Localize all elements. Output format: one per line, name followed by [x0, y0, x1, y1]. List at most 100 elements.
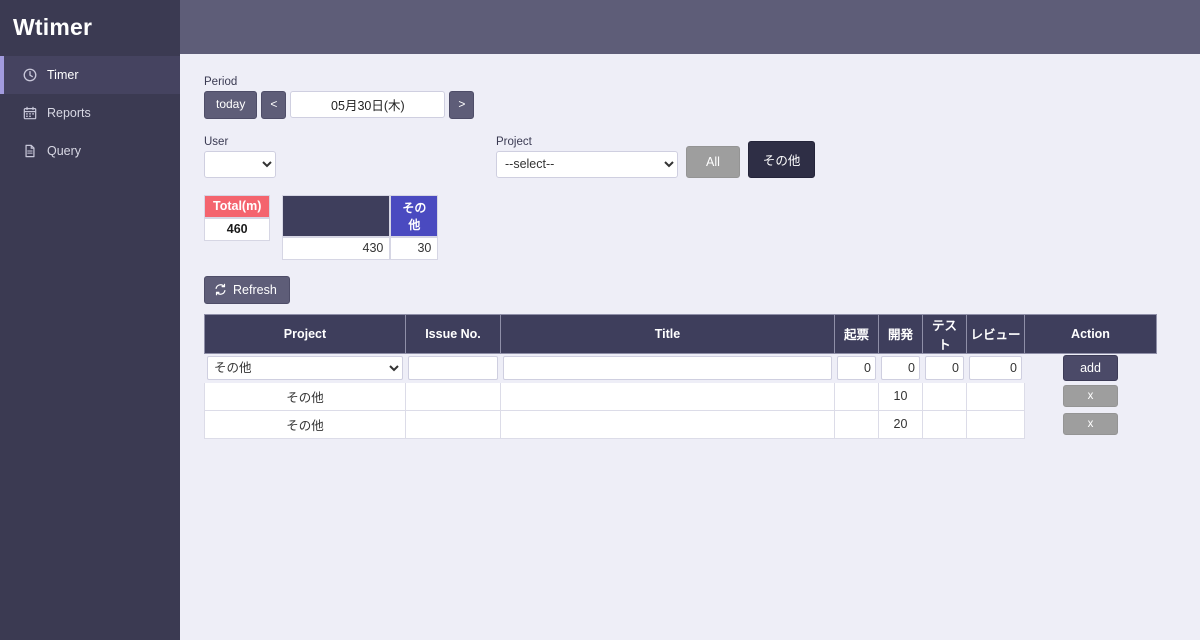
breakdown-table: その他 430 30: [282, 194, 439, 260]
date-input[interactable]: [290, 91, 446, 119]
refresh-section: Refresh: [204, 275, 1200, 304]
input-cell-project: その他: [204, 352, 406, 383]
new-entry-title-input[interactable]: [503, 355, 832, 380]
new-entry-test-input[interactable]: [925, 355, 964, 380]
breakdown-header-row: その他: [282, 194, 439, 237]
table-row: その他 20 x: [204, 409, 1157, 439]
calendar-icon: [22, 105, 38, 121]
cell-kaihatsu: 10: [878, 381, 923, 411]
period-section: Period today < >: [204, 76, 1200, 119]
total-value-row: 460: [204, 217, 271, 241]
cell-action: x: [1024, 409, 1157, 439]
refresh-button[interactable]: Refresh: [204, 275, 290, 304]
entries-table-head: Project Issue No. Title 起票 開発 テスト レビュー A…: [204, 313, 1157, 354]
cell-title: [500, 381, 835, 411]
new-entry-kaihatsu-input[interactable]: [881, 355, 920, 380]
input-cell-title: [500, 352, 835, 383]
next-period-button[interactable]: >: [449, 91, 475, 119]
new-entry-review-input[interactable]: [969, 355, 1022, 380]
total-table: Total(m) 460: [204, 194, 271, 241]
project-label: Project: [496, 135, 532, 148]
new-entry-kihyo-input[interactable]: [837, 355, 876, 380]
totals-section: Total(m) 460 その他 430 30: [204, 194, 1200, 260]
column-header-kaihatsu: 開発: [878, 313, 923, 354]
breakdown-blank-header: [282, 194, 391, 237]
sidebar-nav: Timer Reports Query: [0, 56, 180, 170]
column-header-action: Action: [1024, 313, 1157, 354]
delete-entry-button[interactable]: x: [1062, 413, 1119, 436]
cell-title: [500, 409, 835, 439]
total-header: Total(m): [204, 194, 271, 218]
cell-test: [922, 409, 967, 439]
cell-issue-no: [405, 409, 501, 439]
cell-kihyo: [834, 409, 879, 439]
total-header-row: Total(m): [204, 194, 271, 218]
today-button[interactable]: today: [204, 91, 258, 119]
breakdown-other-value: 30: [390, 236, 439, 260]
prev-period-button[interactable]: <: [261, 91, 287, 119]
input-cell-issue-no: [405, 352, 501, 383]
column-header-project: Project: [204, 313, 406, 354]
table-row: その他 10 x: [204, 381, 1157, 411]
filter-section: User Project --select-- All その他: [204, 132, 1200, 178]
cell-kaihatsu: 20: [878, 409, 923, 439]
input-cell-kihyo: [834, 352, 879, 383]
breakdown-other-header: その他: [390, 194, 439, 237]
input-cell-kaihatsu: [878, 352, 923, 383]
cell-review: [966, 409, 1025, 439]
entries-table-wrap: Project Issue No. Title 起票 開発 テスト レビュー A…: [204, 313, 1157, 439]
cell-issue-no: [405, 381, 501, 411]
cell-action: x: [1024, 381, 1157, 411]
entries-header-row: Project Issue No. Title 起票 開発 テスト レビュー A…: [204, 313, 1157, 354]
sidebar-item-label-timer: Timer: [47, 67, 79, 82]
column-header-title: Title: [500, 313, 835, 354]
sidebar-item-label-reports: Reports: [47, 105, 91, 120]
total-value: 460: [204, 217, 271, 241]
new-entry-issue-input[interactable]: [408, 355, 498, 380]
refresh-icon: [214, 283, 227, 296]
cell-project: その他: [204, 409, 406, 439]
period-label: Period: [204, 76, 238, 88]
breakdown-blank-value: 430: [282, 236, 391, 260]
sidebar: Wtimer Timer Reports Query: [0, 0, 180, 640]
delete-entry-button[interactable]: x: [1062, 385, 1119, 408]
other-button[interactable]: その他: [747, 140, 816, 178]
project-filter-col: Project --select--: [496, 136, 678, 178]
breakdown-value-row: 430 30: [282, 236, 439, 260]
new-entry-project-select[interactable]: その他: [207, 355, 403, 380]
refresh-label: Refresh: [233, 282, 277, 297]
all-button[interactable]: All: [686, 145, 740, 178]
cell-project: その他: [204, 381, 406, 411]
main-area: Period today < > User Pr: [180, 0, 1200, 640]
project-select[interactable]: --select--: [496, 150, 678, 178]
column-header-test: テスト: [922, 313, 967, 354]
sidebar-item-label-query: Query: [47, 143, 82, 158]
entries-table-body: その他 0 0 0 0 add その他 10 x その他 20 x: [204, 352, 1157, 439]
column-header-kihyo: 起票: [834, 313, 879, 354]
app-root: Wtimer Timer Reports Query Period today …: [0, 0, 1200, 640]
column-header-review: レビュー: [966, 313, 1025, 354]
period-controls: today < >: [204, 91, 1200, 119]
entry-input-row: その他 0 0 0 0 add: [204, 352, 1157, 383]
add-entry-button[interactable]: add: [1063, 354, 1118, 381]
clock-icon: [22, 67, 38, 83]
app-brand: Wtimer: [13, 13, 93, 40]
sidebar-item-reports[interactable]: Reports: [0, 94, 180, 132]
content-area: Period today < > User Pr: [180, 54, 1200, 640]
input-cell-action: add: [1024, 352, 1157, 383]
user-filter: User: [204, 136, 496, 178]
project-filter: Project --select-- All その他: [496, 136, 816, 178]
input-cell-review: [966, 352, 1025, 383]
cell-kihyo: [834, 381, 879, 411]
sidebar-item-query[interactable]: Query: [0, 132, 180, 170]
user-select[interactable]: [204, 150, 276, 178]
cell-test: [922, 381, 967, 411]
cell-review: [966, 381, 1025, 411]
column-header-issue-no: Issue No.: [405, 313, 501, 354]
sidebar-item-timer[interactable]: Timer: [0, 56, 180, 94]
document-icon: [22, 143, 38, 159]
user-label: User: [204, 135, 229, 148]
entries-table: Project Issue No. Title 起票 開発 テスト レビュー A…: [204, 313, 1157, 439]
input-cell-test: [922, 352, 967, 383]
topbar: [180, 0, 1200, 54]
